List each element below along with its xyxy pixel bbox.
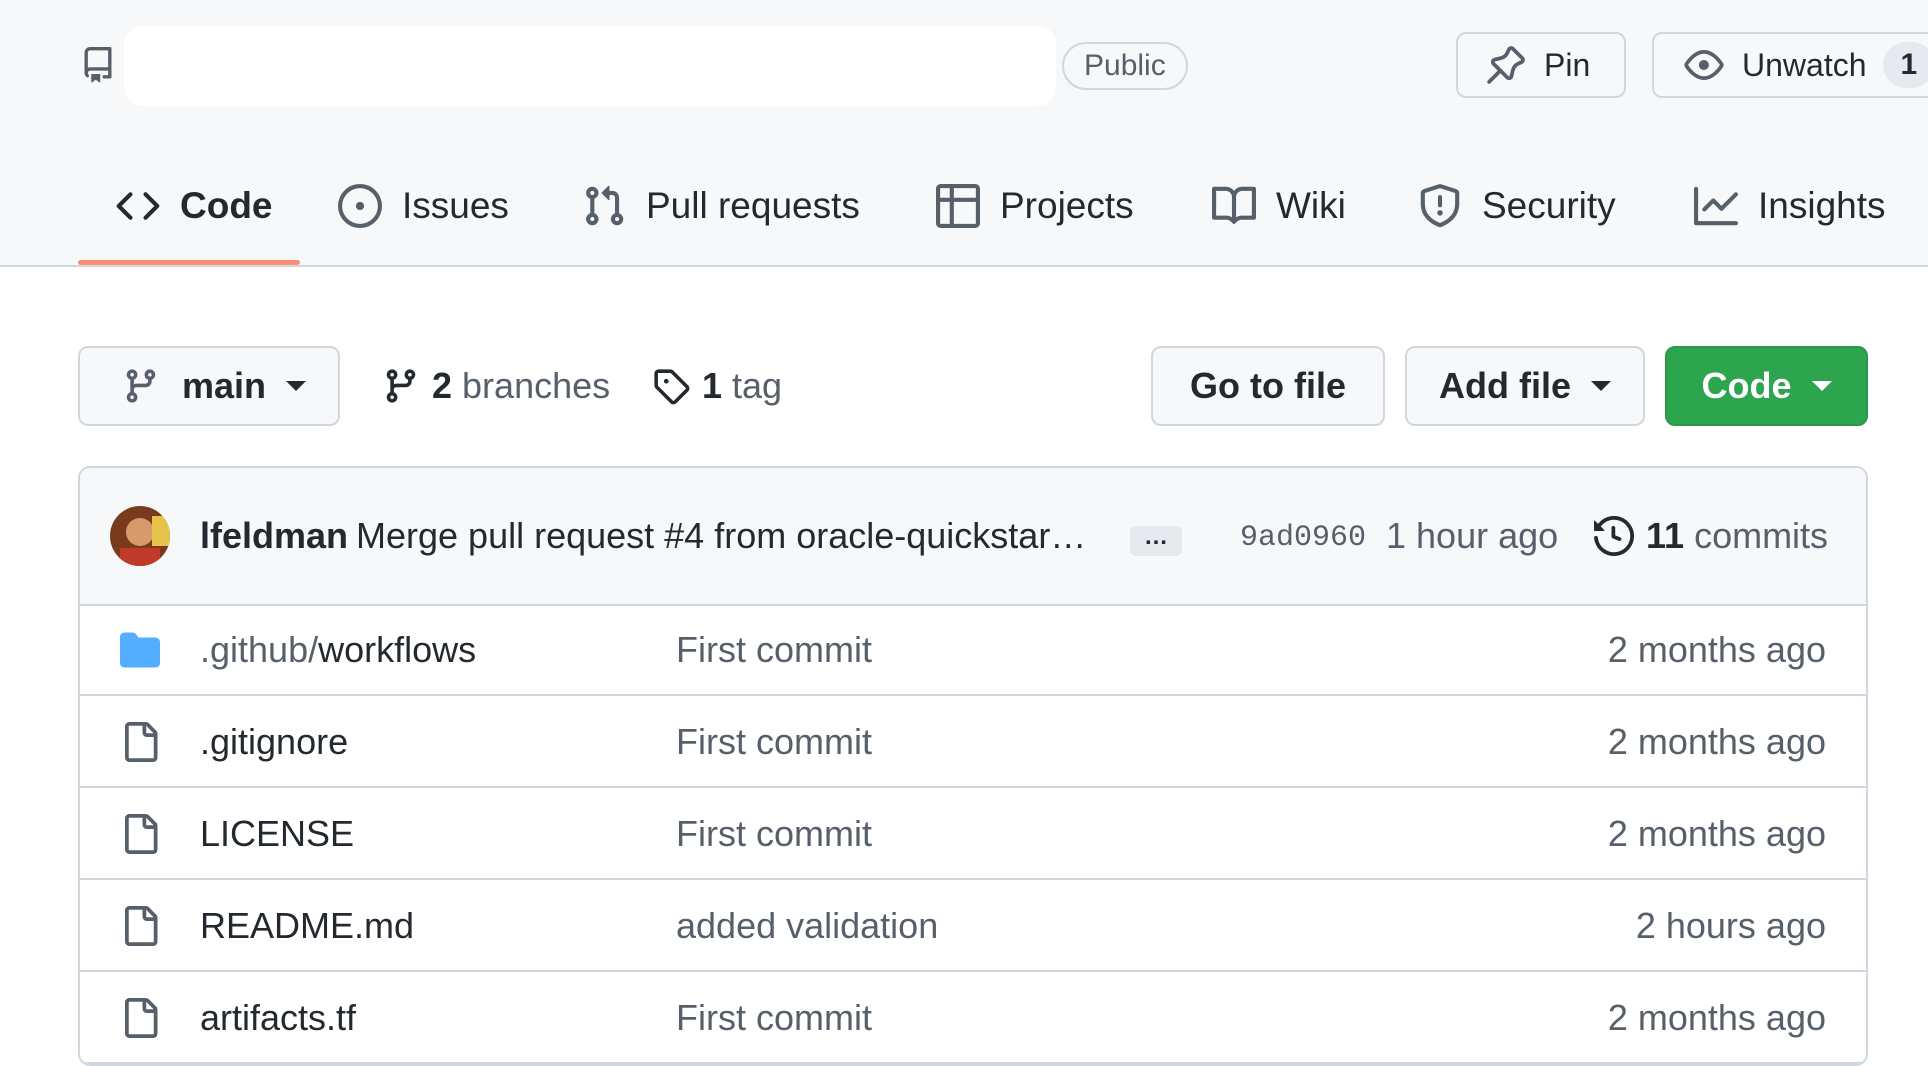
tab-code[interactable]: Code (116, 170, 273, 242)
file-row[interactable]: .gitignore First commit 2 months ago (80, 696, 1866, 788)
tab-label: Projects (1000, 185, 1134, 227)
branches-count: 2 (432, 365, 452, 407)
caret-down-icon (1591, 381, 1611, 391)
file-name[interactable]: README.md (200, 902, 414, 950)
pin-label: Pin (1544, 47, 1590, 84)
file-name[interactable]: .github/workflows (200, 626, 476, 674)
tab-label: Code (180, 185, 273, 227)
commit-message[interactable]: Merge pull request #4 from oracle-quicks… (356, 512, 1086, 560)
commit-sha[interactable]: 9ad0960 (1240, 516, 1366, 560)
code-button[interactable]: Code (1665, 346, 1868, 426)
tags-label: tag (732, 365, 782, 407)
tab-pull-requests[interactable]: Pull requests (582, 170, 860, 242)
book-icon (1212, 184, 1256, 228)
graph-icon (1694, 184, 1738, 228)
tags-link[interactable]: 1 tag (652, 346, 782, 426)
folder-icon (120, 630, 160, 670)
pull-request-icon (582, 184, 626, 228)
file-age: 2 months ago (1608, 994, 1826, 1042)
commit-time[interactable]: 1 hour ago (1386, 512, 1558, 560)
issue-circle-icon (338, 184, 382, 228)
file-row[interactable]: .github/workflows First commit 2 months … (80, 604, 1866, 696)
add-file-button[interactable]: Add file (1405, 346, 1645, 426)
tab-projects[interactable]: Projects (936, 170, 1134, 242)
file-row[interactable]: LICENSE First commit 2 months ago (80, 788, 1866, 880)
file-commit-message[interactable]: First commit (676, 810, 872, 858)
file-browser: lfeldman Merge pull request #4 from orac… (78, 466, 1868, 1066)
tab-issues[interactable]: Issues (338, 170, 509, 242)
file-row[interactable]: README.md added validation 2 hours ago (80, 880, 1866, 972)
branches-link[interactable]: 2 branches (382, 346, 610, 426)
file-name[interactable]: artifacts.tf (200, 994, 356, 1042)
visibility-badge: Public (1062, 42, 1188, 90)
tab-insights[interactable]: Insights (1694, 170, 1886, 242)
tab-security[interactable]: Security (1418, 170, 1616, 242)
file-name-prefix: .github/ (200, 629, 318, 670)
file-icon (120, 906, 160, 946)
avatar[interactable] (110, 506, 170, 566)
active-tab-underline (78, 260, 300, 265)
file-age: 2 months ago (1608, 810, 1826, 858)
tag-icon (652, 367, 690, 405)
history-icon (1594, 516, 1634, 556)
tab-label: Pull requests (646, 185, 860, 227)
tab-wiki[interactable]: Wiki (1212, 170, 1346, 242)
unwatch-button[interactable]: Unwatch 1 (1652, 32, 1928, 98)
file-name[interactable]: .gitignore (200, 718, 348, 766)
expand-commit-message-button[interactable]: … (1130, 526, 1182, 556)
file-commit-message[interactable]: First commit (676, 718, 872, 766)
caret-down-icon (286, 381, 306, 391)
tab-label: Wiki (1276, 185, 1346, 227)
latest-commit-bar: lfeldman Merge pull request #4 from orac… (80, 468, 1866, 606)
branch-selector[interactable]: main (78, 346, 340, 426)
repo-name-redacted[interactable] (124, 26, 1056, 106)
file-icon (120, 998, 160, 1038)
add-file-label: Add file (1439, 365, 1571, 407)
tab-label: Security (1482, 185, 1616, 227)
tab-label: Issues (402, 185, 509, 227)
go-to-file-label: Go to file (1190, 365, 1346, 407)
file-age: 2 hours ago (1636, 902, 1826, 950)
file-commit-message[interactable]: First commit (676, 994, 872, 1042)
tab-label: Insights (1758, 185, 1886, 227)
repo-header: Public Pin Unwatch 1 Code Issues Pull re… (0, 0, 1928, 267)
commits-history-link[interactable]: 11 commits (1594, 512, 1828, 560)
commits-count: 11 (1646, 515, 1684, 557)
pin-icon (1486, 45, 1526, 85)
file-icon (120, 814, 160, 854)
pin-button[interactable]: Pin (1456, 32, 1626, 98)
branch-name: main (182, 365, 266, 407)
shield-icon (1418, 184, 1462, 228)
watch-count: 1 (1883, 42, 1928, 88)
file-commit-message[interactable]: added validation (676, 902, 938, 950)
branches-label: branches (462, 365, 610, 407)
file-icon (120, 722, 160, 762)
repo-icon (80, 44, 116, 86)
file-row[interactable]: artifacts.tf First commit 2 months ago (80, 972, 1866, 1064)
unwatch-label: Unwatch (1742, 47, 1867, 84)
eye-icon (1684, 45, 1724, 85)
table-icon (936, 184, 980, 228)
commits-label: commits (1694, 515, 1828, 557)
file-age: 2 months ago (1608, 718, 1826, 766)
go-to-file-button[interactable]: Go to file (1151, 346, 1385, 426)
file-name-main: workflows (318, 629, 476, 670)
code-button-label: Code (1702, 365, 1792, 407)
tags-count: 1 (702, 365, 722, 407)
caret-down-icon (1812, 381, 1832, 391)
git-branch-icon (122, 367, 160, 405)
file-age: 2 months ago (1608, 626, 1826, 674)
commit-author[interactable]: lfeldman (200, 512, 348, 560)
file-name[interactable]: LICENSE (200, 810, 354, 858)
git-branch-icon (382, 367, 420, 405)
code-icon (116, 184, 160, 228)
file-commit-message[interactable]: First commit (676, 626, 872, 674)
